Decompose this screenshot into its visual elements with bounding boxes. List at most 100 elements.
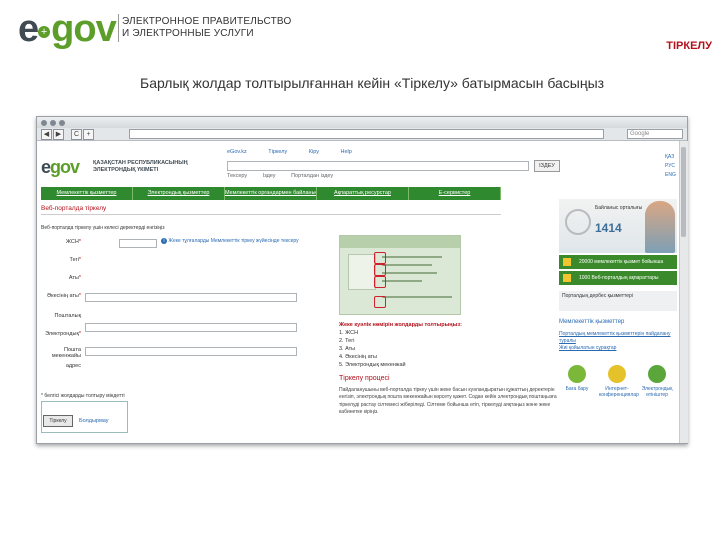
step-item: 3. Аты: [339, 346, 356, 352]
cancel-link[interactable]: Болдырмау: [79, 418, 109, 424]
step-item: 4. Әкесінің аты: [339, 354, 377, 360]
search-option-check[interactable]: Тексеру: [227, 173, 247, 179]
process-title: Тіркелу процесі: [339, 375, 390, 382]
field-label-surname: Тегі*: [69, 257, 81, 263]
logo-plus-icon: +: [38, 26, 51, 38]
steps-title: Жеке куәлік нөмірін жолдарды толтырыңыз:: [339, 322, 462, 328]
field-label-patronymic: Әкесінің аты*: [46, 293, 81, 299]
menu-item-gov-services[interactable]: Мемлекеттік қызметтер: [41, 187, 133, 200]
info-icon: i: [161, 238, 167, 244]
contact-label: Байланыс орталығы: [595, 205, 643, 211]
search-options: Тексеру Іздеу Порталдан іздеу: [227, 173, 347, 179]
slide-corner-title: ТІРКЕЛУ: [666, 40, 712, 52]
field-label-postal: Пошталық: [54, 313, 81, 319]
form-intro: Веб-порталда тіркелу үшін келесі деректе…: [41, 225, 165, 231]
green-banner-2[interactable]: 1000 Веб-порталдың ақпараттары: [559, 271, 677, 285]
highlight-marker-1: [374, 252, 386, 264]
back-button[interactable]: ◀: [41, 129, 52, 140]
top-link-register[interactable]: Тіркелу: [268, 149, 287, 155]
browser-titlebar: [37, 117, 687, 128]
browser-toolbar: ◀ ▶ C + Google: [37, 128, 687, 141]
email-input[interactable]: [85, 347, 297, 356]
site-logo-e: e: [41, 157, 51, 177]
register-button[interactable]: Тіркелу: [43, 415, 73, 427]
phone-icon: [565, 209, 591, 235]
step-item: 2. Тегі: [339, 338, 355, 344]
star-icon: [563, 258, 571, 266]
lang-rus[interactable]: РУС: [665, 162, 676, 171]
highlight-marker-4: [374, 296, 386, 308]
form-title: Веб-порталда тіркелу: [41, 205, 501, 215]
contact-center-banner[interactable]: Байланыс орталығы 1414: [559, 199, 677, 253]
patronymic-input[interactable]: [85, 293, 297, 302]
add-tab-button[interactable]: +: [83, 129, 94, 140]
iin-info-link[interactable]: i Жеке тұлғаларды Мемлекеттік тіркеу жүй…: [161, 238, 299, 244]
info-block[interactable]: Порталдың дербес қызметтері: [559, 291, 677, 311]
service-requests[interactable]: Электрондық өтініштер: [639, 365, 675, 398]
field-label-mail-address: Пошта мекенжайы: [51, 347, 81, 359]
logo-divider: [118, 14, 119, 42]
postal-input[interactable]: [85, 323, 297, 332]
highlight-marker-2: [374, 264, 386, 276]
maximize-window-icon[interactable]: [59, 120, 65, 126]
step-item: 5. Электрондық мекенжай: [339, 362, 406, 368]
process-text: Пайдаланушыны веб-порталда тіркеу үшін ж…: [339, 387, 557, 416]
field-label-iin: ЖСН*: [65, 239, 81, 245]
side-links: Порталдың мемлекеттік қызметтерін пайдал…: [559, 331, 677, 352]
step-item: 1. ЖСН: [339, 330, 359, 336]
search-option-portal[interactable]: Порталдан іздеу: [291, 173, 333, 179]
subtitle-line1: ЭЛЕКТРОННОЕ ПРАВИТЕЛЬСТВО: [122, 16, 292, 27]
green-banner-1[interactable]: 20000 мемлекеттік қызмет бойынша: [559, 255, 677, 269]
menu-item-gov-contact[interactable]: Мемлекеттік органдармен байланыс: [225, 187, 317, 200]
site-logo-gov: gov: [50, 157, 80, 177]
forward-button[interactable]: ▶: [53, 129, 64, 140]
side-link[interactable]: Порталдың мемлекеттік қызметтерін пайдал…: [559, 331, 677, 345]
rate-icon: [568, 365, 586, 383]
browser-window: ◀ ▶ C + Google egov ҚАЗАҚСТАН РЕСПУБЛИКА…: [36, 116, 688, 444]
support-agent-image: [645, 201, 675, 253]
service-conference[interactable]: Интернет-конференциялар: [599, 365, 639, 398]
site-search-input[interactable]: [227, 161, 529, 171]
requests-icon: [648, 365, 666, 383]
top-link-help[interactable]: Help: [341, 149, 352, 155]
top-links: eGov.kz Тіркелу Кіру Help: [227, 149, 372, 155]
field-label-address: адрес: [65, 363, 81, 369]
id-card-illustration: [339, 235, 461, 315]
minimize-window-icon[interactable]: [50, 120, 56, 126]
contact-number: 1414: [595, 221, 622, 235]
star-icon: [563, 274, 571, 282]
site-logo[interactable]: egov: [41, 157, 80, 178]
card-steps: Жеке куәлік нөмірін жолдарды толтырыңыз:…: [339, 321, 462, 369]
main-menu: Мемлекеттік қызметтер Электрондық қызмет…: [41, 187, 501, 200]
top-link-login[interactable]: Кіру: [309, 149, 319, 155]
menu-item-e-services[interactable]: Электрондық қызметтер: [133, 187, 225, 200]
service-rate[interactable]: Баға бару: [559, 365, 595, 392]
logo-gov: gov: [51, 8, 117, 50]
search-option-search[interactable]: Іздеу: [263, 173, 276, 179]
required-footnote: * белгісі жолдарды толтыру міндетті: [41, 393, 125, 399]
browser-search-input[interactable]: Google: [627, 129, 683, 139]
side-link[interactable]: Жиі қойылатын сұрақтар: [559, 345, 677, 352]
menu-item-e-servicer[interactable]: E-сервистер: [409, 187, 501, 200]
lang-kaz[interactable]: ҚАЗ: [665, 153, 676, 162]
side-section-title[interactable]: Мемлекеттік қызметтер: [559, 319, 624, 325]
logo-e: e: [18, 8, 39, 50]
slide-subtitle: ЭЛЕКТРОННОЕ ПРАВИТЕЛЬСТВО И ЭЛЕКТРОННЫЕ …: [122, 16, 291, 40]
site-search-button[interactable]: ІЗДЕУ: [534, 160, 560, 172]
subtitle-line2: И ЭЛЕКТРОННЫЕ УСЛУГИ: [122, 28, 254, 39]
page-scrollbar[interactable]: [679, 141, 688, 443]
reload-button[interactable]: C: [71, 129, 82, 140]
scrollbar-thumb[interactable]: [681, 147, 686, 237]
menu-item-info-resources[interactable]: Ақпараттық ресурстар: [317, 187, 409, 200]
language-switcher: ҚАЗ РУС ENG: [665, 153, 676, 180]
iin-input[interactable]: [119, 239, 157, 248]
conference-icon: [608, 365, 626, 383]
close-window-icon[interactable]: [41, 120, 47, 126]
address-bar[interactable]: [129, 129, 604, 139]
egov-logo: e +gov: [18, 10, 118, 50]
highlight-marker-3: [374, 276, 386, 288]
field-label-electronic: Электрондық*: [45, 331, 81, 337]
lang-eng[interactable]: ENG: [665, 171, 676, 180]
top-link-egov[interactable]: eGov.kz: [227, 149, 247, 155]
web-page: egov ҚАЗАҚСТАН РЕСПУБЛИКАСЫНЫҢ ЭЛЕКТРОНД…: [37, 141, 679, 443]
